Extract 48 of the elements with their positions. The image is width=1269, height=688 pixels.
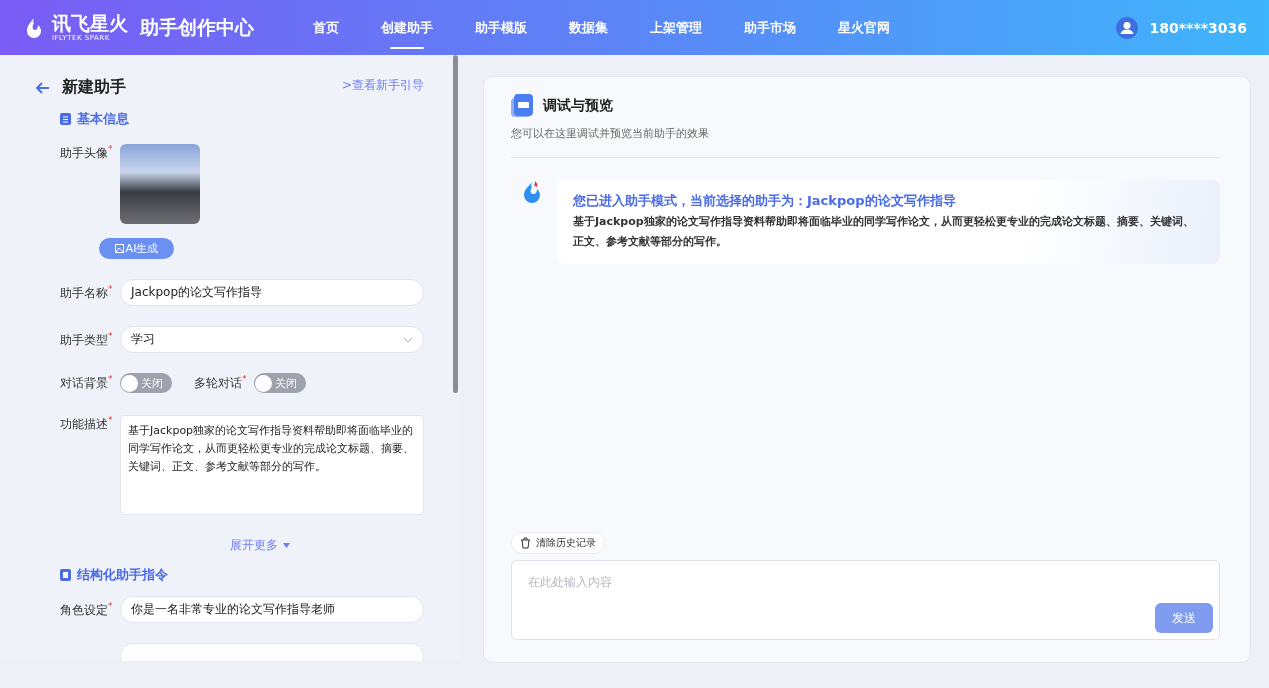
user-avatar-icon[interactable] bbox=[1115, 16, 1138, 39]
preview-subtitle: 您可以在这里调试并预览当前助手的效果 bbox=[511, 126, 1220, 158]
page-title: 新建助手 bbox=[62, 77, 126, 98]
trash-icon bbox=[520, 537, 531, 549]
preview-title: 调试与预览 bbox=[543, 97, 613, 115]
message-heading: 您已进入助手模式，当前选择的助手为：Jackpop的论文写作指导 bbox=[573, 192, 957, 210]
logo-text: 讯飞星火 bbox=[52, 13, 128, 33]
guide-link[interactable]: >查看新手引导 bbox=[341, 77, 424, 94]
flame-avatar-icon bbox=[521, 180, 543, 204]
nav-tab[interactable]: 星火官网 bbox=[817, 0, 911, 55]
description-text-area[interactable]: 基于Jackpop独家的论文写作指导资料帮助即将面临毕业的同学写作论文，从而更轻松更专业的完成论文标题、摘要、关键词、正文、参考文献等部分的写作。 bbox=[120, 415, 424, 515]
chat-input-field[interactable]: 在此处输入内容 发送 bbox=[511, 560, 1220, 640]
toggle-switch[interactable]: 关闭 bbox=[254, 373, 306, 393]
field-label: 助手头像$^{*}$ bbox=[60, 144, 114, 162]
nav-tab[interactable]: 助手市场 bbox=[723, 0, 817, 55]
name-input-field[interactable]: Jackpop的论文写作指导 bbox=[120, 279, 424, 306]
field-label: 功能描述$^{*}$ bbox=[60, 415, 114, 433]
nav-tab[interactable]: 数据集 bbox=[548, 0, 629, 55]
toggle-switch[interactable]: 关闭 bbox=[120, 373, 172, 393]
back-arrow-icon[interactable] bbox=[36, 81, 50, 94]
caret-icon bbox=[283, 543, 290, 548]
clear-history-button[interactable]: 清除历史记录 bbox=[511, 532, 605, 554]
nav-tab[interactable]: 上架管理 bbox=[629, 0, 723, 55]
nav-tab[interactable]: 首页 bbox=[292, 0, 360, 55]
user-phone[interactable]: 180****3036 bbox=[1149, 19, 1247, 36]
field-label: 角色设定$^{*}$ bbox=[60, 600, 114, 619]
chevron-down-icon bbox=[403, 336, 413, 343]
field-label: 助手名称$^{*}$ bbox=[60, 283, 114, 302]
expand-more-link[interactable]: 展开更多 bbox=[96, 537, 424, 554]
message-text: 基于Jackpop独家的论文写作指导资料帮助即将面临毕业的同学写作论文，从而更轻松更专业的完成论文标题、摘要、关键词、正文、参考文献等部分的写作。 bbox=[573, 214, 1195, 250]
document-icon bbox=[511, 94, 533, 118]
field-label: 多轮对话$^{*}$ bbox=[194, 374, 248, 392]
section-heading: 结构化助手指令 bbox=[77, 566, 168, 584]
image-icon bbox=[114, 244, 124, 253]
nav-tab[interactable]: 助手模版 bbox=[454, 0, 548, 55]
field-label: 对话背景$^{*}$ bbox=[60, 374, 114, 392]
scrollbar-thumb[interactable] bbox=[453, 55, 458, 393]
type-dropdown[interactable]: 学习 bbox=[120, 326, 424, 353]
field-label: 助手类型$^{*}$ bbox=[60, 330, 114, 349]
ai-generate-button[interactable]: AI生成 bbox=[99, 238, 174, 259]
notebook-icon bbox=[60, 569, 71, 581]
send-button[interactable]: 发送 bbox=[1155, 603, 1213, 633]
section-heading: 基本信息 bbox=[77, 110, 129, 128]
product-title: 助手创作中心 bbox=[140, 14, 254, 40]
document-icon bbox=[60, 113, 71, 125]
photo-placeholder[interactable] bbox=[120, 144, 200, 224]
role-input-field[interactable]: 你是一名非常专业的论文写作指导老师 bbox=[120, 596, 424, 623]
nav-tab[interactable]: 创建助手 bbox=[360, 0, 454, 55]
